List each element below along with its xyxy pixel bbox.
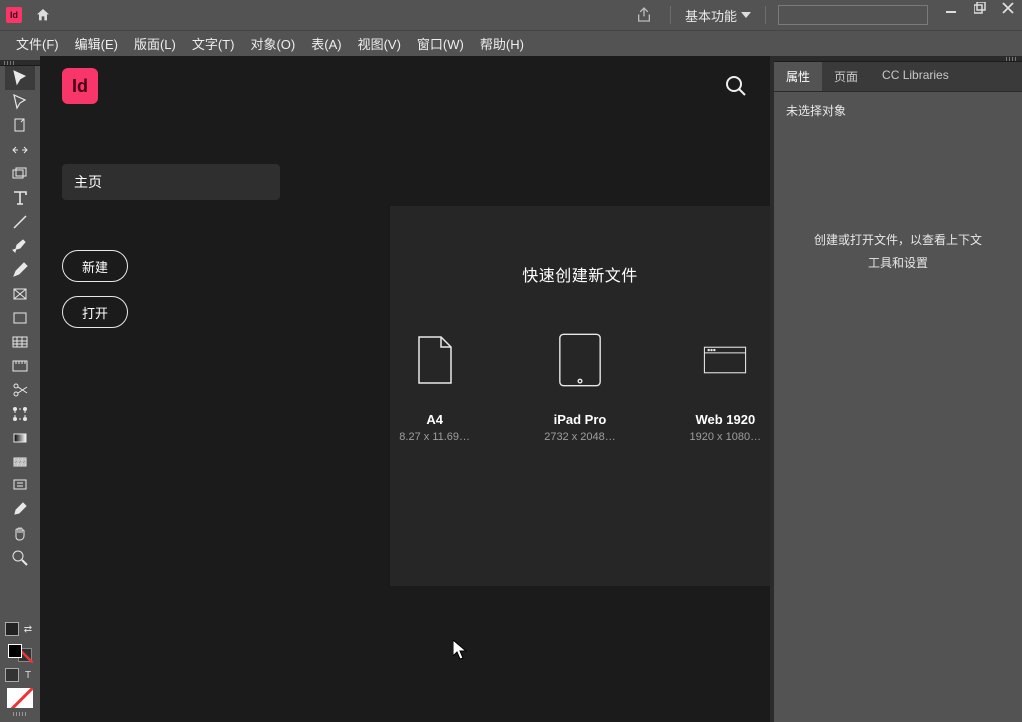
chevron-down-icon (741, 12, 751, 18)
content-collector-tool[interactable] (5, 162, 35, 186)
tab-pages[interactable]: 页面 (822, 62, 870, 91)
eyedropper-tool[interactable] (5, 498, 35, 522)
divider (765, 6, 766, 24)
tab-cc-libraries[interactable]: CC Libraries (870, 62, 961, 91)
preset-a4[interactable]: A4 8.27 x 11.69… (390, 332, 479, 443)
measure-tool[interactable] (5, 354, 35, 378)
title-bar: Id 基本功能 (0, 0, 1022, 30)
share-icon[interactable] (636, 7, 652, 23)
preset-size: 1920 x 1080… (690, 431, 762, 443)
quick-create-heading: 快速创建新文件 (390, 262, 770, 286)
panel-grip-icon[interactable] (13, 712, 27, 716)
gap-tool[interactable] (5, 138, 35, 162)
workspace-switcher[interactable]: 基本功能 (679, 6, 757, 25)
preset-web-1920[interactable]: Web 1920 1920 x 1080… (681, 332, 770, 443)
free-transform-tool[interactable] (5, 402, 35, 426)
search-icon[interactable] (724, 74, 748, 98)
app-badge: Id (6, 7, 22, 23)
pen-tool[interactable] (5, 234, 35, 258)
divider (670, 6, 671, 24)
tab-properties[interactable]: 属性 (774, 62, 822, 91)
open-button[interactable]: 打开 (62, 296, 128, 328)
apply-target-toggle[interactable]: T (5, 668, 35, 682)
selection-status: 未选择对象 (774, 92, 1022, 129)
welcome-screen: Id 主页 新建 打开 快速创建新文件 A4 8.27 x 11.69… iPa… (40, 56, 770, 722)
zoom-tool[interactable] (5, 546, 35, 570)
fill-stroke-swatch[interactable] (8, 644, 32, 662)
line-tool[interactable] (5, 210, 35, 234)
panel-hint: 创建或打开文件，以查看上下文 工具和设置 (774, 229, 1022, 275)
direct-selection-tool[interactable] (5, 90, 35, 114)
new-button[interactable]: 新建 (62, 250, 128, 282)
menu-layout[interactable]: 版面(L) (126, 31, 184, 56)
tool-panel: ⇄ T (0, 56, 40, 722)
gradient-feather-tool[interactable] (5, 450, 35, 474)
gradient-tool[interactable] (5, 426, 35, 450)
note-tool[interactable] (5, 474, 35, 498)
menu-help[interactable]: 帮助(H) (472, 31, 532, 56)
scissors-tool[interactable] (5, 378, 35, 402)
minimize-button[interactable] (938, 0, 966, 30)
page-tool[interactable] (5, 114, 35, 138)
home-icon[interactable] (34, 7, 52, 23)
preset-name: Web 1920 (695, 412, 755, 427)
menu-edit[interactable]: 编辑(E) (67, 31, 126, 56)
preset-name: A4 (426, 412, 443, 427)
menu-table[interactable]: 表(A) (303, 31, 349, 56)
preset-size: 8.27 x 11.69… (399, 431, 470, 443)
close-button[interactable] (994, 0, 1022, 30)
menu-type[interactable]: 文字(T) (184, 31, 243, 56)
menu-object[interactable]: 对象(O) (242, 31, 303, 56)
menu-file[interactable]: 文件(F) (8, 31, 67, 56)
selection-tool[interactable] (5, 66, 35, 90)
workspace-label: 基本功能 (685, 6, 737, 25)
menu-bar: 文件(F) 编辑(E) 版面(L) 文字(T) 对象(O) 表(A) 视图(V)… (0, 30, 1022, 56)
rectangle-frame-tool[interactable] (5, 282, 35, 306)
indesign-logo: Id (62, 68, 98, 104)
rectangle-tool[interactable] (5, 306, 35, 330)
nav-home[interactable]: 主页 (62, 164, 280, 200)
table-tool[interactable] (5, 330, 35, 354)
menu-view[interactable]: 视图(V) (350, 31, 409, 56)
menu-window[interactable]: 窗口(W) (409, 31, 472, 56)
default-fill-stroke[interactable] (7, 688, 33, 708)
properties-panel: 属性 页面 CC Libraries 未选择对象 创建或打开文件，以查看上下文 … (774, 56, 1022, 722)
fill-stroke-toggle[interactable]: ⇄ (5, 622, 35, 636)
preset-size: 2732 x 2048… (544, 431, 616, 443)
type-tool[interactable] (5, 186, 35, 210)
preset-name: iPad Pro (554, 412, 607, 427)
quick-create-panel: 快速创建新文件 A4 8.27 x 11.69… iPad Pro 2732 x… (390, 206, 770, 586)
search-input[interactable] (778, 5, 928, 25)
restore-button[interactable] (966, 0, 994, 30)
preset-ipad-pro[interactable]: iPad Pro 2732 x 2048… (535, 332, 624, 443)
cursor-icon (453, 640, 467, 660)
hand-tool[interactable] (5, 522, 35, 546)
pencil-tool[interactable] (5, 258, 35, 282)
